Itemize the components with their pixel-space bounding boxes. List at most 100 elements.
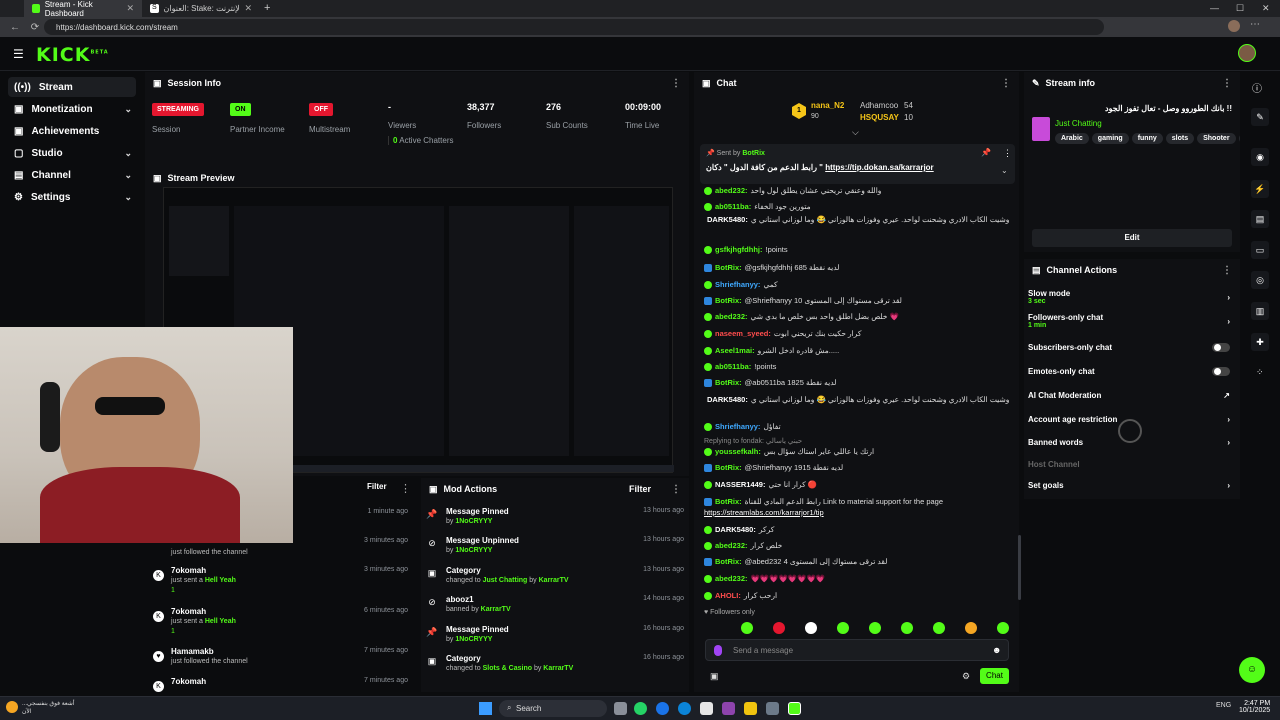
emote-icon[interactable]	[773, 622, 785, 634]
subscribers-only-toggle[interactable]	[1212, 342, 1230, 352]
emoji-icon[interactable]: ☻	[992, 645, 1001, 655]
filter-button[interactable]: Filter	[367, 482, 387, 491]
profile-avatar[interactable]	[1228, 20, 1240, 32]
emote-icon[interactable]	[805, 622, 817, 634]
activity-user[interactable]: 7okomah	[171, 566, 206, 575]
minimize-button[interactable]: —	[1210, 3, 1219, 13]
kick-app-icon[interactable]	[788, 702, 801, 715]
tag-chip[interactable]: slots	[1165, 133, 1195, 144]
app-icon[interactable]	[722, 702, 735, 715]
top-gifter-name[interactable]: nana_N2	[811, 101, 844, 110]
lightning-icon[interactable]: ⚡	[1251, 180, 1269, 198]
chat-username[interactable]: Shriefhanyy:	[715, 422, 760, 431]
tag-chip[interactable]: gaming	[1091, 133, 1129, 144]
tab-stake[interactable]: S العنوان: Stake: الكازينو عبر الإنترنت …	[142, 0, 260, 17]
edge-icon[interactable]	[678, 702, 691, 715]
browser-menu-icon[interactable]: ⋯	[1250, 19, 1260, 30]
chat-username[interactable]: abed232:	[715, 186, 748, 195]
expand-icon[interactable]: ⌵	[852, 127, 859, 138]
chat-username[interactable]: DARK5480:	[707, 215, 748, 224]
close-tab-icon[interactable]: ✕	[244, 3, 252, 14]
tag-chip[interactable]: Shooter	[1197, 133, 1236, 144]
chat-username[interactable]: NASSER1449:	[715, 480, 765, 489]
chat-scrollbar[interactable]	[1018, 535, 1021, 600]
url-field[interactable]: https://dashboard.kick.com/stream	[44, 19, 1104, 35]
refresh-icon[interactable]: ⟳	[28, 22, 42, 33]
emote-icon[interactable]	[869, 622, 881, 634]
more-options-icon[interactable]: ⋮	[1222, 78, 1232, 89]
weather-text[interactable]: أشعة فوق بنفسجي... الآن	[22, 700, 82, 716]
more-options-icon[interactable]: ⋮	[1001, 78, 1011, 89]
stream-category[interactable]: Just Chatting	[1055, 119, 1102, 128]
close-window-button[interactable]: ✕	[1262, 3, 1270, 14]
chat-username[interactable]: Aseel1mai:	[715, 346, 755, 355]
host-channel-row[interactable]: Host Channel	[1028, 460, 1236, 469]
sidebar-item-stream[interactable]: ((•)) Stream	[8, 77, 136, 97]
back-icon[interactable]: ←	[8, 22, 22, 33]
chat-username[interactable]: DARK5480:	[715, 525, 756, 534]
chat-username[interactable]: youssefkalh:	[715, 447, 761, 456]
hamburger-menu-icon[interactable]: ☰	[13, 47, 25, 61]
chevron-down-icon[interactable]: ⌄	[1001, 166, 1008, 175]
emote-icon[interactable]	[901, 622, 913, 634]
store-icon[interactable]	[700, 702, 713, 715]
activity-user[interactable]: 7okomah	[171, 677, 206, 686]
filter-button[interactable]: Filter	[629, 484, 651, 494]
activity-user[interactable]: 7okomah	[171, 607, 206, 616]
top-gifter-name[interactable]: Adhamcoo	[860, 101, 898, 110]
comment-icon[interactable]: ▭	[1251, 241, 1269, 259]
emote-icon[interactable]	[965, 622, 977, 634]
chat-username[interactable]: DARK5480:	[707, 395, 748, 404]
kick-logo[interactable]: KICKBETA	[36, 44, 109, 66]
send-chat-button[interactable]: Chat	[980, 668, 1009, 684]
chat-username[interactable]: BotRix:	[715, 263, 742, 272]
pinned-link[interactable]: https://tip.dokan.sa/karrarjor	[825, 163, 933, 172]
more-options-icon[interactable]: ⋮	[671, 484, 681, 495]
off-badge[interactable]: OFF	[309, 103, 333, 116]
sidebar-item-channel[interactable]: ▤ Channel ⌄	[8, 165, 136, 185]
chat-username[interactable]: abed232:	[715, 541, 748, 550]
whatsapp-icon[interactable]	[634, 702, 647, 715]
ai-moderation-row[interactable]: AI Chat Moderation ↗	[1028, 391, 1236, 400]
chat-link[interactable]: https://streamlabs.com/karrarjor1/tip	[704, 508, 824, 517]
wrench-icon[interactable]: ✚	[1251, 333, 1269, 351]
new-tab-button[interactable]: +	[264, 2, 270, 14]
banned-words-row[interactable]: Banned words ›	[1028, 438, 1236, 447]
more-options-icon[interactable]: ⋮	[1222, 265, 1232, 276]
chat-username[interactable]: BotRix:	[715, 497, 742, 506]
windows-start-icon[interactable]	[479, 702, 492, 715]
gift-icon[interactable]: ▣	[710, 671, 719, 682]
sidebar-item-studio[interactable]: ▢ Studio ⌄	[8, 143, 136, 163]
chat-username[interactable]: Shriefhanyy:	[715, 280, 760, 289]
chat-username[interactable]: abed232:	[715, 574, 748, 583]
task-view-icon[interactable]	[614, 702, 627, 715]
broadcast-icon[interactable]: ◎	[1251, 271, 1269, 289]
settings-app-icon[interactable]	[766, 702, 779, 715]
chat-username[interactable]: BotRix:	[715, 463, 742, 472]
microphone-icon[interactable]	[714, 645, 722, 656]
followers-only-row[interactable]: Followers-only chat 1 min ›	[1028, 313, 1236, 329]
emote-icon[interactable]	[837, 622, 849, 634]
sidebar-item-settings[interactable]: ⚙ Settings ⌄	[8, 187, 136, 207]
more-options-icon[interactable]: ⋮	[671, 78, 681, 89]
slow-mode-row[interactable]: Slow mode 3 sec ›	[1028, 289, 1236, 305]
support-chat-icon[interactable]: ☺	[1239, 657, 1265, 683]
chat-input[interactable]: Send a message ☻	[705, 639, 1009, 661]
close-tab-icon[interactable]: ✕	[126, 3, 134, 14]
maximize-button[interactable]: ☐	[1236, 3, 1244, 14]
chat-username[interactable]: naseem_syeed:	[715, 329, 771, 338]
clipboard-icon[interactable]: ▤	[1251, 210, 1269, 228]
apps-icon[interactable]: ⁘	[1256, 367, 1264, 378]
emote-icon[interactable]	[741, 622, 753, 634]
sidebar-item-achievements[interactable]: ▣ Achievements	[8, 121, 136, 141]
top-gifter-name[interactable]: HSQUSAY	[860, 113, 899, 122]
on-badge[interactable]: ON	[230, 103, 251, 116]
set-goals-row[interactable]: Set goals ›	[1028, 481, 1236, 490]
user-avatar[interactable]	[1238, 44, 1256, 62]
chat-username[interactable]: BotRix:	[715, 296, 742, 305]
sidebar-item-monetization[interactable]: ▣ Monetization ⌄	[8, 99, 136, 119]
chat-username[interactable]: ab0511ba:	[715, 362, 751, 371]
chat-username[interactable]: gsfkjhgfdhhj:	[715, 245, 763, 254]
chat-username[interactable]: abed232:	[715, 312, 748, 321]
gear-icon[interactable]: ⚙	[962, 671, 970, 682]
